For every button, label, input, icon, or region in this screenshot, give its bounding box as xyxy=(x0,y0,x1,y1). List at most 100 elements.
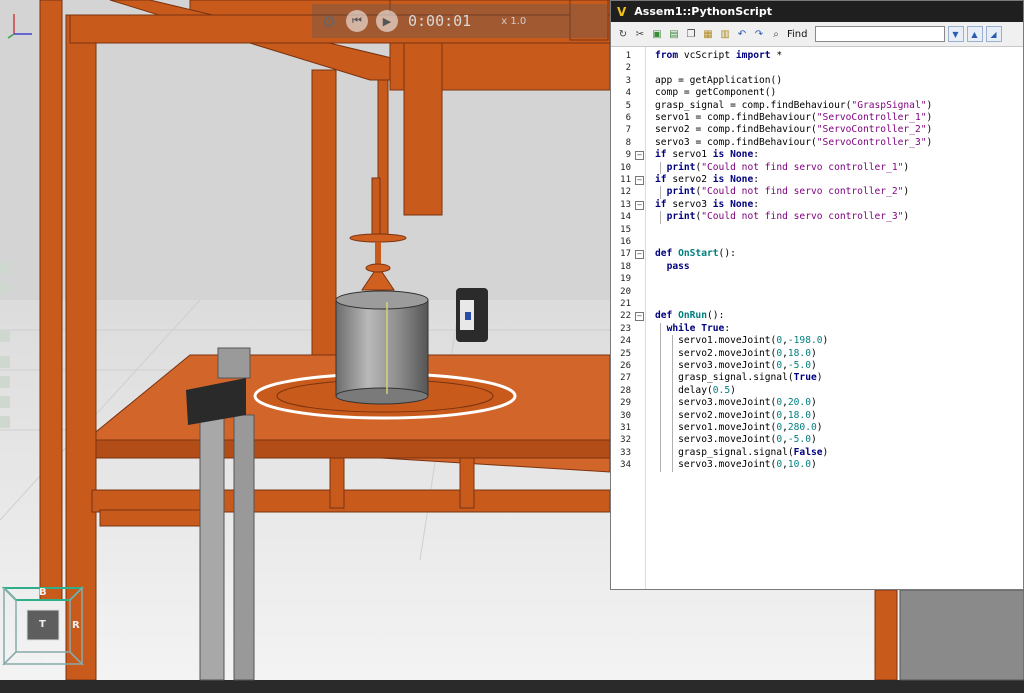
line-number: 7 xyxy=(625,125,631,136)
view-cube[interactable]: B L T R F xyxy=(0,582,86,668)
undo-icon[interactable]: ↶ xyxy=(735,27,749,41)
code-line[interactable] xyxy=(645,298,1023,310)
view-back-label[interactable]: B xyxy=(39,587,47,598)
find-previous-icon[interactable]: ▲ xyxy=(966,26,983,42)
code-line[interactable]: if servo1 is None: xyxy=(645,149,1023,161)
paste-icon[interactable]: ▦ xyxy=(701,27,715,41)
line-number: 26 xyxy=(620,361,631,371)
view-front-label[interactable]: F xyxy=(39,652,46,663)
line-number: 8 xyxy=(625,137,631,148)
line-number: 3 xyxy=(625,75,631,86)
fold-toggle-icon[interactable]: − xyxy=(635,312,644,322)
line-number: 30 xyxy=(620,410,631,421)
find-label: Find xyxy=(787,28,808,40)
fold-toggle-icon[interactable]: − xyxy=(635,151,644,161)
code-line[interactable]: servo3 = comp.findBehaviour("ServoContro… xyxy=(645,137,1023,149)
settings-gear-icon[interactable]: ⚙ xyxy=(320,10,338,32)
layers-icon[interactable] xyxy=(0,416,10,428)
simulation-speed[interactable]: x 1.0 xyxy=(501,16,526,27)
code-line[interactable]: servo3.moveJoint(0,-5.0) xyxy=(645,434,1023,446)
code-line[interactable]: while True: xyxy=(645,323,1023,335)
code-line[interactable]: servo1.moveJoint(0,280.0) xyxy=(645,422,1023,434)
find-next-icon[interactable]: ▼ xyxy=(947,26,964,42)
reset-button[interactable]: ⏮ xyxy=(346,10,368,32)
snap-icon[interactable] xyxy=(0,396,10,408)
line-number: 32 xyxy=(620,435,631,446)
code-line[interactable]: grasp_signal.signal(True) xyxy=(645,372,1023,384)
search-icon[interactable]: ⌕ xyxy=(769,27,783,41)
line-number: 13 xyxy=(620,199,631,210)
code-line[interactable]: def OnRun(): xyxy=(645,310,1023,322)
play-button[interactable]: ▶ xyxy=(376,10,398,32)
line-number: 12 xyxy=(620,187,631,198)
editor-title: Assem1::PythonScript xyxy=(634,5,772,18)
code-line[interactable]: app = getApplication() xyxy=(645,75,1023,87)
editor-toolbar: ↻ ✂ ▣ ▤ ❐ ▦ ▥ ↶ ↷ ⌕ Find ▼ ▲ ◢ xyxy=(611,22,1023,47)
code-line[interactable] xyxy=(645,236,1023,248)
code-line[interactable] xyxy=(645,286,1023,298)
code-line[interactable]: servo1 = comp.findBehaviour("ServoContro… xyxy=(645,112,1023,124)
render-mode-icon[interactable] xyxy=(0,376,10,388)
camera-icon[interactable] xyxy=(0,356,10,368)
redo-icon[interactable]: ↷ xyxy=(752,27,766,41)
code-line[interactable]: grasp_signal.signal(False) xyxy=(645,447,1023,459)
code-line[interactable]: print("Could not find servo controller_1… xyxy=(645,162,1023,174)
line-number: 27 xyxy=(620,373,631,384)
code-line[interactable] xyxy=(645,62,1023,74)
line-number: 18 xyxy=(620,261,631,272)
code-area[interactable]: 1 2 3 4 5 6 7 8 9−10 11−12 13−14 15 16 17−18 19 20 21 22−… xyxy=(611,47,1023,589)
highlight-icon[interactable]: ◢ xyxy=(985,26,1002,42)
export-icon[interactable]: ▤ xyxy=(667,27,681,41)
line-number: 11 xyxy=(620,175,631,185)
view-left-label[interactable]: L xyxy=(8,620,14,631)
line-number: 14 xyxy=(620,212,631,223)
line-number: 31 xyxy=(620,423,631,433)
line-number: 2 xyxy=(625,63,631,74)
code-line[interactable]: print("Could not find servo controller_3… xyxy=(645,211,1023,223)
code-line[interactable]: servo3.moveJoint(0,10.0) xyxy=(645,459,1023,471)
playback-bar: ⚙ ⏮ ▶ 0:00:01 x 1.0 xyxy=(312,4,608,38)
code-line[interactable]: if servo3 is None: xyxy=(645,199,1023,211)
compile-icon[interactable]: ↻ xyxy=(616,27,630,41)
code-line[interactable]: servo3.moveJoint(0,-5.0) xyxy=(645,360,1023,372)
line-number: 16 xyxy=(620,237,631,247)
code-line[interactable]: if servo2 is None: xyxy=(645,174,1023,186)
selection-icon[interactable] xyxy=(0,330,10,342)
line-number: 20 xyxy=(620,286,631,297)
clipboard-icon[interactable]: ▥ xyxy=(718,27,732,41)
view-right-label[interactable]: R xyxy=(72,620,80,631)
line-number: 33 xyxy=(620,447,631,458)
find-input[interactable] xyxy=(814,26,945,42)
code-line[interactable]: from vcScript import * xyxy=(645,50,1023,62)
code-line[interactable]: print("Could not find servo controller_2… xyxy=(645,186,1023,198)
indent-guide xyxy=(660,161,661,174)
code-line[interactable]: servo2.moveJoint(0,18.0) xyxy=(645,410,1023,422)
code-line[interactable]: servo2.moveJoint(0,18.0) xyxy=(645,348,1023,360)
line-number: 25 xyxy=(620,348,631,359)
code-line[interactable]: comp = getComponent() xyxy=(645,87,1023,99)
code-text[interactable]: from vcScript import * app = getApplicati… xyxy=(645,47,1023,589)
code-line[interactable]: def OnStart(): xyxy=(645,248,1023,260)
line-gutter: 1 2 3 4 5 6 7 8 9−10 11−12 13−14 15 16 17−18 19 20 21 22−… xyxy=(611,47,646,589)
code-line[interactable]: servo3.moveJoint(0,20.0) xyxy=(645,397,1023,409)
editor-title-bar[interactable]: V Assem1::PythonScript xyxy=(611,1,1023,22)
code-line[interactable]: pass xyxy=(645,261,1023,273)
fold-toggle-icon[interactable]: − xyxy=(635,176,644,185)
code-line[interactable]: servo1.moveJoint(0,-198.0) xyxy=(645,335,1023,347)
fit-view-icon[interactable] xyxy=(0,262,10,274)
line-number: 15 xyxy=(620,224,631,235)
fold-toggle-icon[interactable]: − xyxy=(635,250,644,260)
import-icon[interactable]: ▣ xyxy=(650,27,664,41)
code-line[interactable]: grasp_signal = comp.findBehaviour("Grasp… xyxy=(645,100,1023,112)
code-line[interactable] xyxy=(645,224,1023,236)
axis-gizmo-icon xyxy=(7,14,32,39)
code-line[interactable]: servo2 = comp.findBehaviour("ServoContro… xyxy=(645,124,1023,136)
cut-icon[interactable]: ✂ xyxy=(633,27,647,41)
zoom-icon[interactable] xyxy=(0,282,10,294)
code-line[interactable] xyxy=(645,273,1023,285)
code-line[interactable]: delay(0.5) xyxy=(645,385,1023,397)
fold-toggle-icon[interactable]: − xyxy=(635,200,644,210)
line-number: 19 xyxy=(620,274,631,285)
view-top-label[interactable]: T xyxy=(39,619,46,630)
copy-icon[interactable]: ❐ xyxy=(684,27,698,41)
